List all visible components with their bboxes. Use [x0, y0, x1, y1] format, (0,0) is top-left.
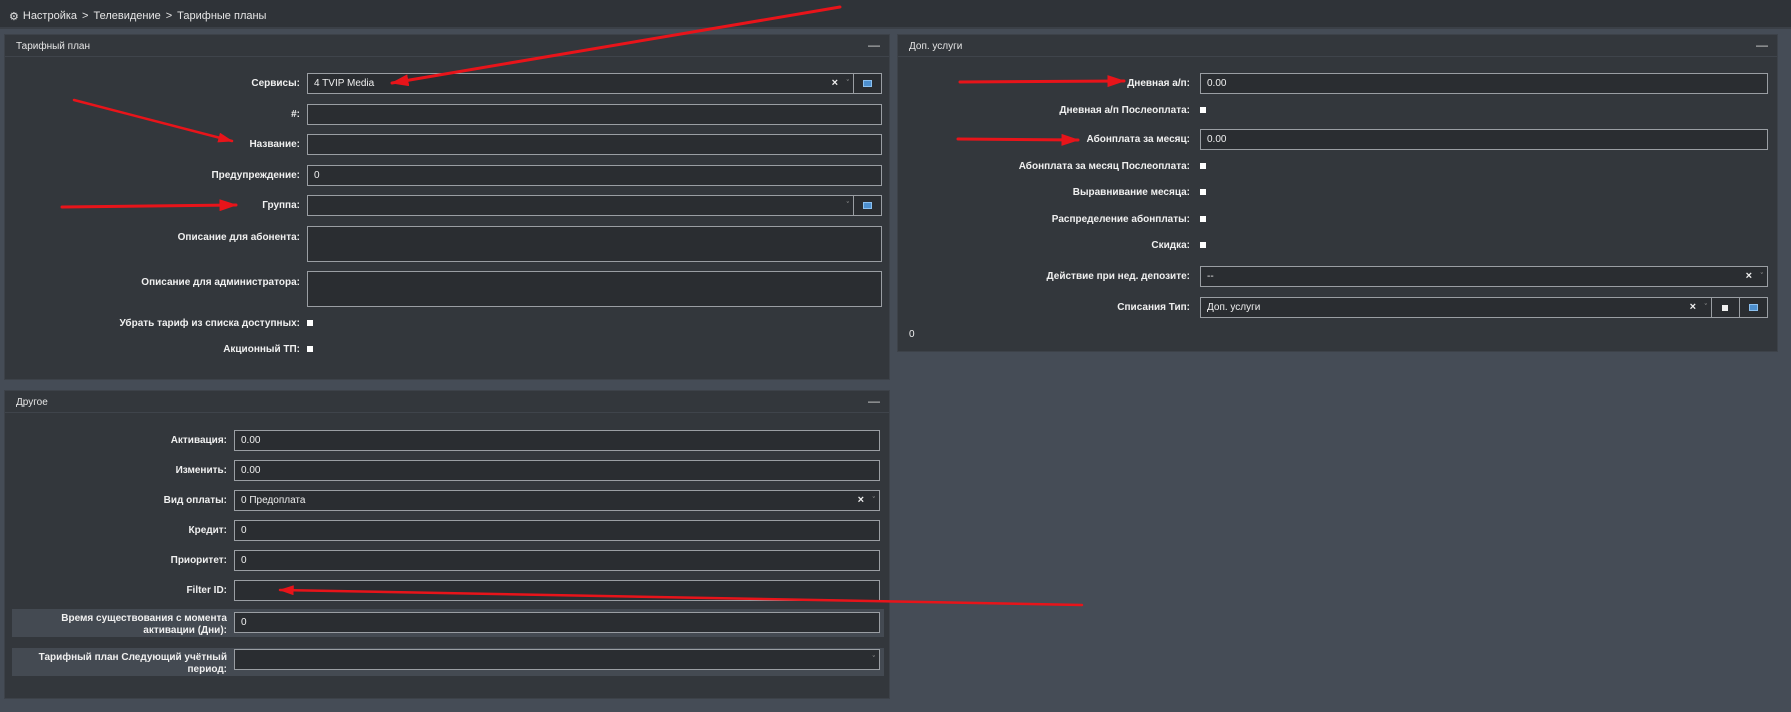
chevron-down-icon: ˇ: [872, 656, 875, 663]
services-value: 4 TVIP Media: [314, 78, 375, 89]
panel-header: Доп. услуги —: [898, 35, 1777, 57]
number-label: #:: [291, 109, 300, 120]
daily-postpaid-label: Дневная а/п Послеоплата:: [1059, 105, 1190, 116]
change-label: Изменить:: [175, 465, 227, 476]
payment-type-value: 0 Предоплата: [241, 495, 306, 506]
remove-from-list-checkbox[interactable]: [307, 320, 313, 326]
chevron-down-icon: ˇ: [846, 202, 849, 209]
collapse-icon[interactable]: —: [867, 38, 881, 52]
tariff-plan-panel: Тарифный план — Сервисы: 4 TVIP Media × …: [4, 34, 890, 380]
name-label: Название:: [249, 139, 300, 150]
warning-input[interactable]: [307, 165, 882, 186]
panel-title: Доп. услуги: [909, 41, 963, 52]
group-label: Группа:: [262, 200, 300, 211]
breadcrumb-separator: >: [165, 10, 173, 22]
monthly-fee-input[interactable]: [1200, 129, 1768, 150]
payment-type-select[interactable]: 0 Предоплата × ˇ: [234, 490, 880, 511]
clear-icon[interactable]: ×: [1746, 267, 1752, 286]
subscriber-desc-textarea[interactable]: [307, 226, 882, 262]
monthly-postpaid-checkbox[interactable]: [1200, 163, 1206, 169]
collapse-icon[interactable]: —: [1755, 38, 1769, 52]
monthly-postpaid-label: Абонплата за месяц Послеоплата:: [1018, 161, 1190, 172]
change-input[interactable]: [234, 460, 880, 481]
square-icon: [1722, 305, 1728, 311]
credit-label: Кредит:: [188, 525, 228, 536]
breadcrumb: ⚙ Настройка > Телевидение > Тарифные пла…: [9, 9, 266, 23]
lifetime-input[interactable]: [234, 612, 880, 633]
services-label: Сервисы:: [251, 78, 300, 89]
list-icon: [863, 202, 872, 209]
filter-id-label: Filter ID:: [186, 585, 227, 596]
footer-value: 0: [909, 329, 915, 340]
lifetime-label: Время существования с момента активации …: [61, 613, 227, 636]
promo-checkbox[interactable]: [307, 346, 313, 352]
services-list-button[interactable]: [854, 73, 882, 94]
services-select[interactable]: 4 TVIP Media × ˇ: [307, 73, 854, 94]
writeoff-type-label: Списания Тип:: [1117, 302, 1190, 313]
writeoff-type-value: Доп. услуги: [1207, 302, 1261, 313]
credit-input[interactable]: [234, 520, 880, 541]
low-deposit-action-label: Действие при нед. депозите:: [1046, 271, 1190, 282]
collapse-icon[interactable]: —: [867, 394, 881, 408]
list-icon: [863, 80, 872, 87]
warning-label: Предупреждение:: [211, 170, 300, 181]
subscriber-desc-label: Описание для абонента:: [177, 232, 300, 243]
remove-from-list-label: Убрать тариф из списка доступных:: [119, 318, 300, 329]
payment-type-label: Вид оплаты:: [163, 495, 227, 506]
admin-desc-textarea[interactable]: [307, 271, 882, 307]
list-icon: [1749, 304, 1758, 311]
discount-checkbox[interactable]: [1200, 242, 1206, 248]
discount-label: Скидка:: [1151, 240, 1190, 251]
month-align-label: Выравнивание месяца:: [1072, 187, 1190, 198]
other-panel: Другое — Активация: Изменить: Вид оплаты…: [4, 390, 890, 699]
panel-title: Тарифный план: [16, 41, 91, 52]
low-deposit-action-select[interactable]: -- × ˇ: [1200, 266, 1768, 287]
panel-title: Другое: [16, 397, 48, 408]
group-list-button[interactable]: [854, 195, 882, 216]
fee-distribution-checkbox[interactable]: [1200, 216, 1206, 222]
extra-services-panel: Доп. услуги — Дневная а/п: Дневная а/п П…: [897, 34, 1778, 352]
priority-label: Приоритет:: [170, 555, 227, 566]
writeoff-type-list-button[interactable]: [1740, 297, 1768, 318]
top-bar: ⚙ Настройка > Телевидение > Тарифные пла…: [0, 0, 1791, 29]
next-tariff-label: Тарифный план Следующий учётный период:: [38, 652, 227, 675]
panel-header: Тарифный план —: [5, 35, 889, 57]
chevron-down-icon: ˇ: [846, 80, 849, 87]
monthly-fee-label: Абонплата за месяц:: [1086, 134, 1191, 145]
month-align-checkbox[interactable]: [1200, 189, 1206, 195]
fee-distribution-label: Распределение абонплаты:: [1051, 214, 1190, 225]
breadcrumb-item-settings[interactable]: Настройка: [23, 10, 77, 22]
writeoff-type-edit-button[interactable]: [1712, 297, 1740, 318]
daily-fee-label: Дневная а/п:: [1127, 78, 1190, 89]
activation-input[interactable]: [234, 430, 880, 451]
gear-icon: ⚙: [9, 10, 19, 23]
low-deposit-action-value: --: [1207, 271, 1214, 282]
chevron-down-icon: ˇ: [1760, 273, 1763, 280]
breadcrumb-item-tariff-plans: Тарифные планы: [177, 10, 267, 22]
priority-input[interactable]: [234, 550, 880, 571]
breadcrumb-item-tv[interactable]: Телевидение: [93, 10, 160, 22]
chevron-down-icon: ˇ: [1704, 304, 1707, 311]
group-select[interactable]: ˇ: [307, 195, 854, 216]
next-tariff-select[interactable]: ˇ: [234, 649, 880, 670]
page-root: ⚙ Настройка > Телевидение > Тарифные пла…: [0, 0, 1791, 712]
chevron-down-icon: ˇ: [872, 497, 875, 504]
clear-icon[interactable]: ×: [832, 74, 838, 93]
daily-postpaid-checkbox[interactable]: [1200, 107, 1206, 113]
name-input[interactable]: [307, 134, 882, 155]
writeoff-type-select[interactable]: Доп. услуги × ˇ: [1200, 297, 1712, 318]
activation-label: Активация:: [170, 435, 227, 446]
filter-id-input[interactable]: [234, 580, 880, 601]
panel-header: Другое —: [5, 391, 889, 413]
number-input[interactable]: [307, 104, 882, 125]
clear-icon[interactable]: ×: [858, 491, 864, 510]
clear-icon[interactable]: ×: [1690, 298, 1696, 317]
daily-fee-input[interactable]: [1200, 73, 1768, 94]
promo-label: Акционный ТП:: [223, 344, 300, 355]
admin-desc-label: Описание для администратора:: [141, 277, 300, 288]
breadcrumb-separator: >: [82, 10, 89, 22]
